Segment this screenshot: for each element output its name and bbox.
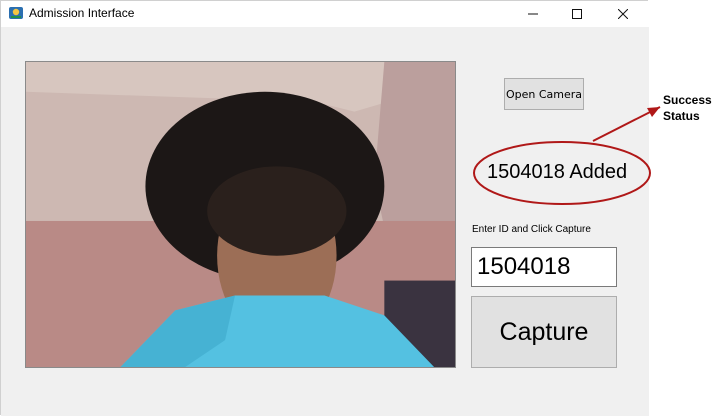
admission-window: Admission Interface Open Camera 1504018 …: [0, 0, 649, 416]
window-title: Admission Interface: [29, 6, 135, 20]
maximize-icon: [572, 9, 582, 19]
close-icon: [618, 9, 628, 19]
open-camera-button[interactable]: Open Camera: [504, 78, 584, 110]
success-status-callout: Success Status: [663, 92, 712, 124]
callout-line-1: Success: [663, 93, 712, 107]
app-logo-icon: [8, 5, 24, 21]
camera-feed: [25, 61, 456, 368]
success-status: 1504018 Added: [487, 161, 628, 183]
id-input[interactable]: [471, 247, 617, 287]
close-button[interactable]: [601, 1, 645, 27]
callout-line-2: Status: [663, 109, 700, 123]
title-bar[interactable]: Admission Interface: [1, 1, 649, 27]
minimize-button[interactable]: [511, 1, 555, 27]
minimize-icon: [528, 9, 538, 19]
capture-button[interactable]: Capture: [471, 296, 617, 368]
id-instruction: Enter ID and Click Capture: [472, 224, 591, 235]
maximize-button[interactable]: [555, 1, 599, 27]
